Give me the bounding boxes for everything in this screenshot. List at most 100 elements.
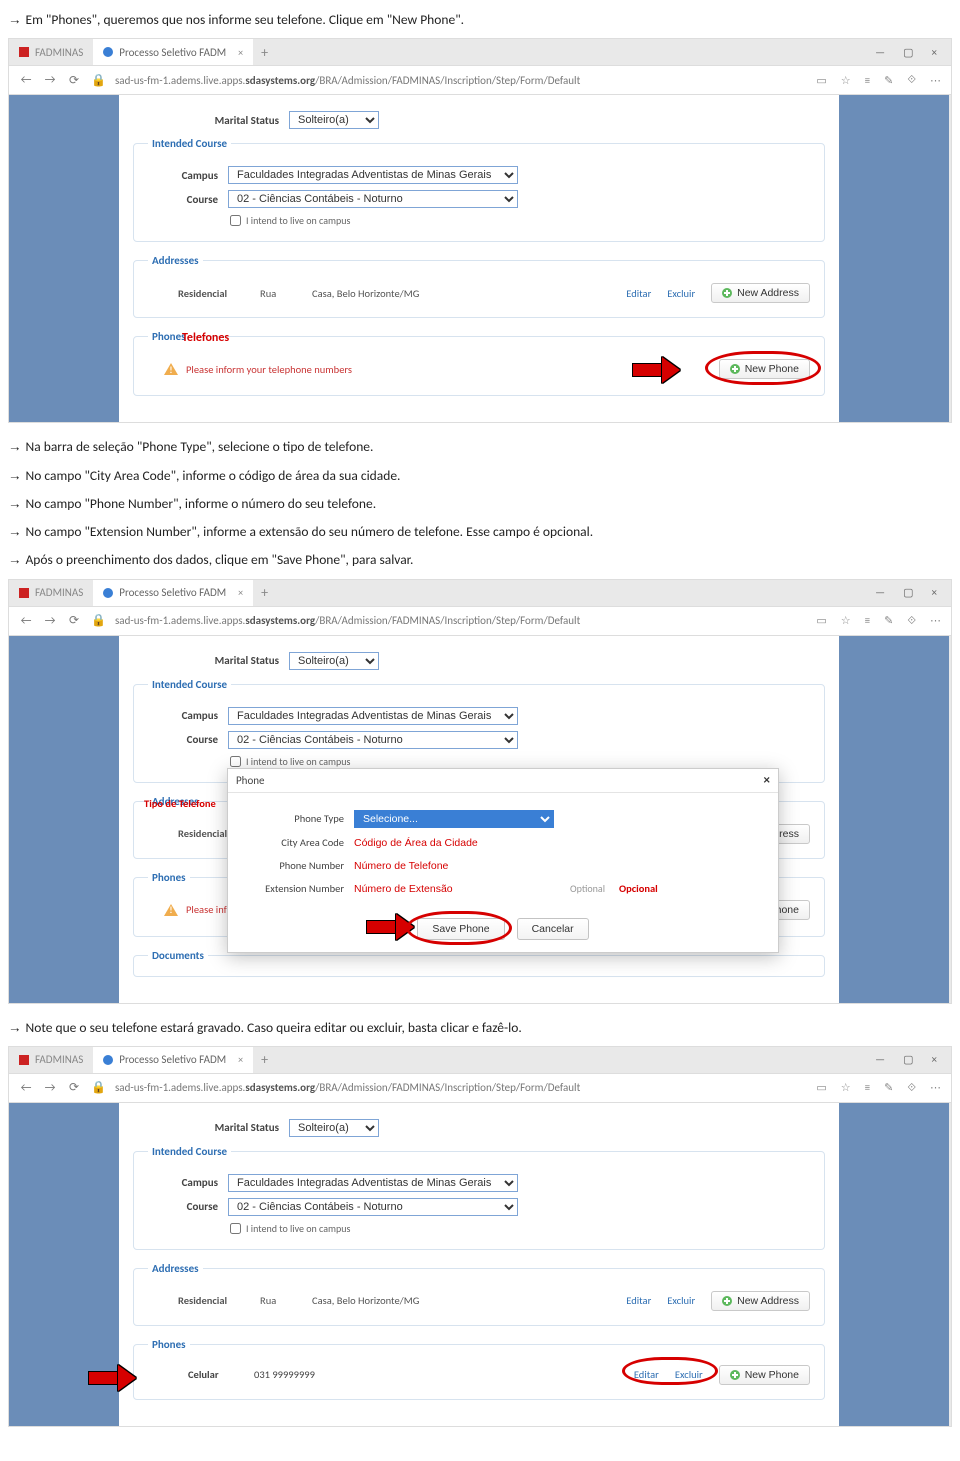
browser-tab-inactive[interactable]: FADMINAS (9, 1047, 93, 1073)
new-tab-button[interactable]: + (253, 1051, 276, 1068)
modal-title: Phone (236, 774, 265, 787)
nav-reload-icon[interactable]: ⟳ (67, 613, 81, 628)
instruction-text: Após o preenchimento dos dados, clique e… (26, 551, 414, 568)
live-on-campus-checkbox[interactable] (230, 1223, 241, 1234)
course-select[interactable]: 02 - Ciências Contábeis - Noturno (228, 190, 518, 208)
new-phone-button[interactable]: New Phone (719, 359, 810, 379)
url-pre: sad-us-fm-1.adems.live.apps. (115, 74, 245, 87)
reading-view-icon[interactable]: ▭ (816, 614, 826, 627)
favicon-icon (19, 588, 29, 598)
save-phone-button[interactable]: Save Phone (417, 918, 504, 940)
address-edit-link[interactable]: Editar (626, 287, 651, 300)
more-icon[interactable]: ⋯ (930, 74, 941, 87)
campus-label: Campus (148, 1176, 218, 1189)
url-display[interactable]: sad-us-fm-1.adems.live.apps.sdasystems.o… (115, 614, 806, 627)
new-address-button[interactable]: New Address (711, 283, 810, 303)
live-on-campus-checkbox[interactable] (230, 215, 241, 226)
instruction-text: Na barra de seleção "Phone Type", seleci… (26, 438, 374, 455)
address-edit-link[interactable]: Editar (626, 1294, 651, 1307)
webnote-icon[interactable]: ✎ (884, 614, 893, 627)
modal-close-icon[interactable]: × (764, 773, 770, 788)
address-delete-link[interactable]: Excluir (667, 287, 695, 300)
marital-status-select[interactable]: Solteiro(a) (289, 652, 379, 670)
more-icon[interactable]: ⋯ (930, 1081, 941, 1094)
nav-forward-icon[interactable]: → (43, 73, 57, 87)
window-close-icon[interactable]: × (932, 586, 937, 599)
extension-input[interactable] (354, 881, 554, 897)
reading-view-icon[interactable]: ▭ (816, 74, 826, 87)
phone-type-select[interactable]: Selecione... (354, 810, 554, 828)
instruction: →No campo "City Area Code", informe o có… (8, 466, 952, 486)
address-delete-link[interactable]: Excluir (667, 1294, 695, 1307)
reading-view-icon[interactable]: ▭ (816, 1081, 826, 1094)
phone-edit-link[interactable]: Editar (634, 1368, 659, 1381)
screenshot-2: FADMINAS Processo Seletivo FADM× + — ▢ ×… (8, 579, 952, 1004)
plus-icon (730, 1370, 740, 1380)
campus-select[interactable]: Faculdades Integradas Adventistas de Min… (228, 707, 518, 725)
browser-tab-active[interactable]: Processo Seletivo FADM× (93, 39, 253, 65)
more-icon[interactable]: ⋯ (930, 614, 941, 627)
url-domain: sdasystems.org (245, 74, 315, 87)
browser-tab-inactive[interactable]: FADMINAS (9, 580, 93, 606)
nav-back-icon[interactable]: ← (19, 1081, 33, 1095)
close-tab-icon[interactable]: × (238, 1053, 243, 1066)
nav-forward-icon[interactable]: → (43, 614, 57, 628)
area-code-input[interactable] (354, 835, 554, 851)
phone-delete-link[interactable]: Excluir (675, 1368, 703, 1381)
new-address-button[interactable]: New Address (711, 1291, 810, 1311)
hub-icon[interactable]: ≡ (865, 74, 870, 87)
new-tab-button[interactable]: + (253, 44, 276, 61)
browser-tab-active[interactable]: Processo Seletivo FADM× (93, 580, 253, 606)
course-select[interactable]: 02 - Ciências Contábeis - Noturno (228, 731, 518, 749)
window-maximize-icon[interactable]: ▢ (903, 1053, 913, 1066)
arrow-icon: → (8, 468, 22, 483)
nav-reload-icon[interactable]: ⟳ (67, 1080, 81, 1095)
window-close-icon[interactable]: × (932, 1053, 937, 1066)
webnote-icon[interactable]: ✎ (884, 74, 893, 87)
browser-tab-active[interactable]: Processo Seletivo FADM× (93, 1047, 253, 1073)
intended-course-panel: Intended Course Campus Faculdades Integr… (133, 137, 825, 242)
favicon-icon (103, 588, 113, 598)
favorite-icon[interactable]: ☆ (841, 74, 851, 87)
favorite-icon[interactable]: ☆ (841, 1081, 851, 1094)
campus-select[interactable]: Faculdades Integradas Adventistas de Min… (228, 166, 518, 184)
course-select[interactable]: 02 - Ciências Contábeis - Noturno (228, 1198, 518, 1216)
webnote-icon[interactable]: ✎ (884, 1081, 893, 1094)
live-on-campus-checkbox[interactable] (230, 756, 241, 767)
share-icon[interactable]: ⟐ (907, 1081, 916, 1095)
nav-back-icon[interactable]: ← (19, 73, 33, 87)
window-minimize-icon[interactable]: — (875, 1053, 885, 1066)
phone-number-input[interactable] (354, 858, 554, 874)
marital-status-select[interactable]: Solteiro(a) (289, 1119, 379, 1137)
window-minimize-icon[interactable]: — (875, 46, 885, 59)
close-tab-icon[interactable]: × (238, 586, 243, 599)
favicon-icon (103, 1055, 113, 1065)
share-icon[interactable]: ⟐ (907, 73, 916, 87)
browser-tab-inactive[interactable]: FADMINAS (9, 39, 93, 65)
page-content: Marital Status Solteiro(a) Intended Cour… (119, 636, 839, 1003)
warning-icon: ! (164, 363, 178, 375)
new-tab-button[interactable]: + (253, 584, 276, 601)
url-display[interactable]: sad-us-fm-1.adems.live.apps.sdasystems.o… (115, 1081, 806, 1094)
window-maximize-icon[interactable]: ▢ (903, 46, 913, 59)
nav-reload-icon[interactable]: ⟳ (67, 73, 81, 88)
url-display[interactable]: sad-us-fm-1.adems.live.apps.sdasystems.o… (115, 74, 806, 87)
share-icon[interactable]: ⟐ (907, 614, 916, 628)
window-minimize-icon[interactable]: — (875, 586, 885, 599)
favorite-icon[interactable]: ☆ (841, 614, 851, 627)
new-phone-button[interactable]: New Phone (719, 1365, 810, 1385)
marital-status-select[interactable]: Solteiro(a) (289, 111, 379, 129)
url-pre: sad-us-fm-1.adems.live.apps. (115, 1081, 245, 1094)
hub-icon[interactable]: ≡ (865, 614, 870, 627)
cancel-button[interactable]: Cancelar (517, 918, 589, 940)
instruction: →Em "Phones", queremos que nos informe s… (8, 10, 952, 30)
hub-icon[interactable]: ≡ (865, 1081, 870, 1094)
campus-select[interactable]: Faculdades Integradas Adventistas de Min… (228, 1174, 518, 1192)
instruction: →No campo "Phone Number", informe o núme… (8, 494, 952, 514)
window-close-icon[interactable]: × (932, 46, 937, 59)
close-tab-icon[interactable]: × (238, 46, 243, 59)
window-maximize-icon[interactable]: ▢ (903, 586, 913, 599)
nav-forward-icon[interactable]: → (43, 1081, 57, 1095)
nav-back-icon[interactable]: ← (19, 614, 33, 628)
arrow-icon: → (8, 12, 22, 27)
